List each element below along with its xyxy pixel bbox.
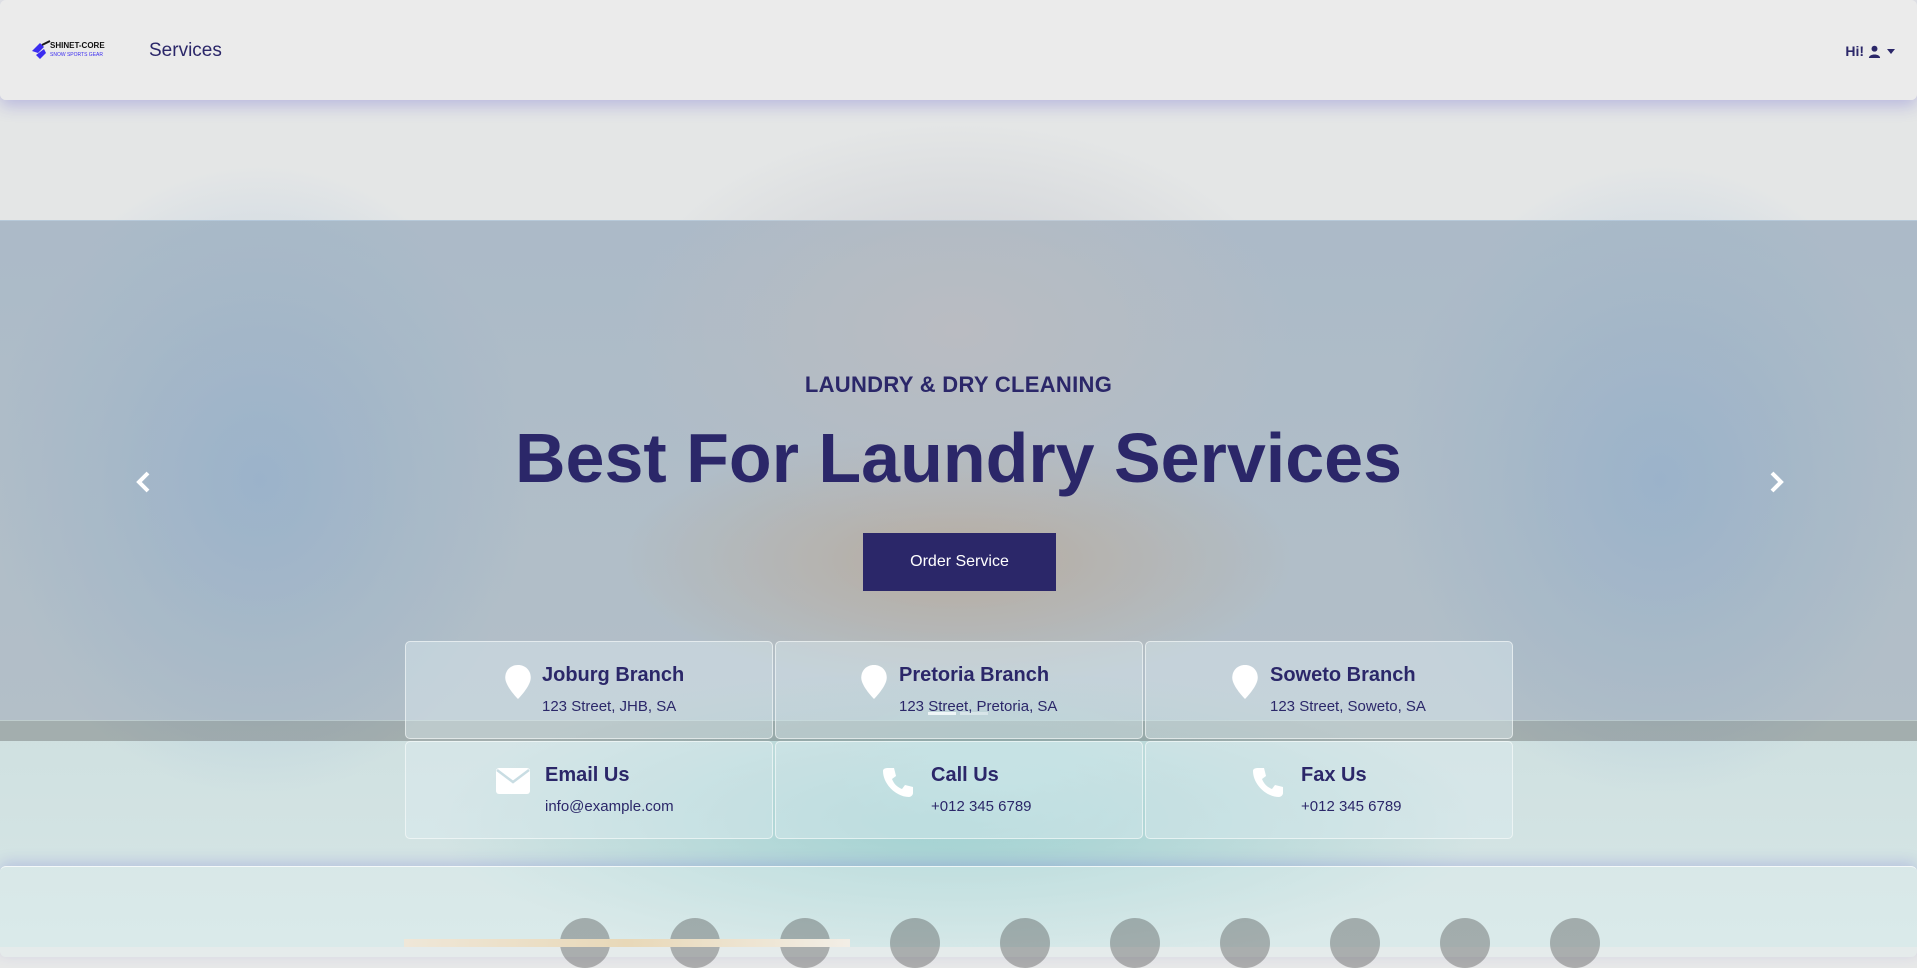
- contact-card-call: Call Us +012 345 6789: [775, 741, 1143, 839]
- hero-subtitle: LAUNDRY & DRY CLEANING: [804, 372, 1113, 397]
- section-image: [404, 939, 850, 947]
- branch-address: 123 Street, Pretoria, SA: [899, 698, 1058, 715]
- map-marker-icon: [505, 665, 531, 699]
- contact-card-fax: Fax Us +012 345 6789: [1145, 741, 1513, 839]
- carousel-next-button[interactable]: [1764, 470, 1788, 494]
- map-marker-icon: [1232, 665, 1258, 699]
- logo-text: SHINET-CORE: [50, 41, 105, 50]
- map-marker-icon: [861, 665, 887, 699]
- branch-title: Soweto Branch: [1270, 664, 1416, 686]
- user-icon: [1868, 45, 1881, 58]
- contact-value[interactable]: +012 345 6789: [931, 798, 1032, 815]
- order-service-button[interactable]: Order Service: [863, 533, 1056, 591]
- chevron-right-icon: [1770, 471, 1784, 493]
- user-dropdown-toggle[interactable]: Hi!: [1845, 43, 1895, 59]
- branch-address: 123 Street, JHB, SA: [542, 698, 677, 715]
- branch-address: 123 Street, Soweto, SA: [1270, 698, 1426, 715]
- branch-card-joburg: Joburg Branch 123 Street, JHB, SA: [405, 641, 773, 739]
- branch-title: Joburg Branch: [542, 664, 685, 686]
- user-greeting: Hi!: [1845, 43, 1864, 59]
- brand-logo[interactable]: SHINET-CORE SNOW SPORTS GEAR: [30, 37, 110, 63]
- logo-subtext: SNOW SPORTS GEAR: [50, 52, 103, 58]
- envelope-icon: [496, 768, 530, 794]
- nav-link-services[interactable]: Services: [149, 40, 222, 62]
- carousel-prev-button[interactable]: [132, 470, 156, 494]
- top-navbar: SHINET-CORE SNOW SPORTS GEAR Services Hi…: [0, 0, 1917, 100]
- contact-value[interactable]: info@example.com: [545, 798, 674, 815]
- contact-title: Call Us: [931, 764, 999, 786]
- chevron-down-icon: [1887, 48, 1895, 54]
- branch-card-pretoria: Pretoria Branch 123 Street, Pretoria, SA: [775, 641, 1143, 739]
- contact-value[interactable]: +012 345 6789: [1301, 798, 1402, 815]
- branch-card-soweto: Soweto Branch 123 Street, Soweto, SA: [1145, 641, 1513, 739]
- chevron-left-icon: [136, 471, 150, 493]
- hero-title: Best For Laundry Services: [515, 419, 1402, 497]
- contact-title: Email Us: [545, 764, 630, 786]
- phone-icon: [1253, 768, 1283, 797]
- contact-title: Fax Us: [1301, 764, 1367, 786]
- contact-card-email: Email Us info@example.com: [405, 741, 773, 839]
- branch-title: Pretoria Branch: [899, 664, 1050, 686]
- phone-icon: [883, 768, 913, 797]
